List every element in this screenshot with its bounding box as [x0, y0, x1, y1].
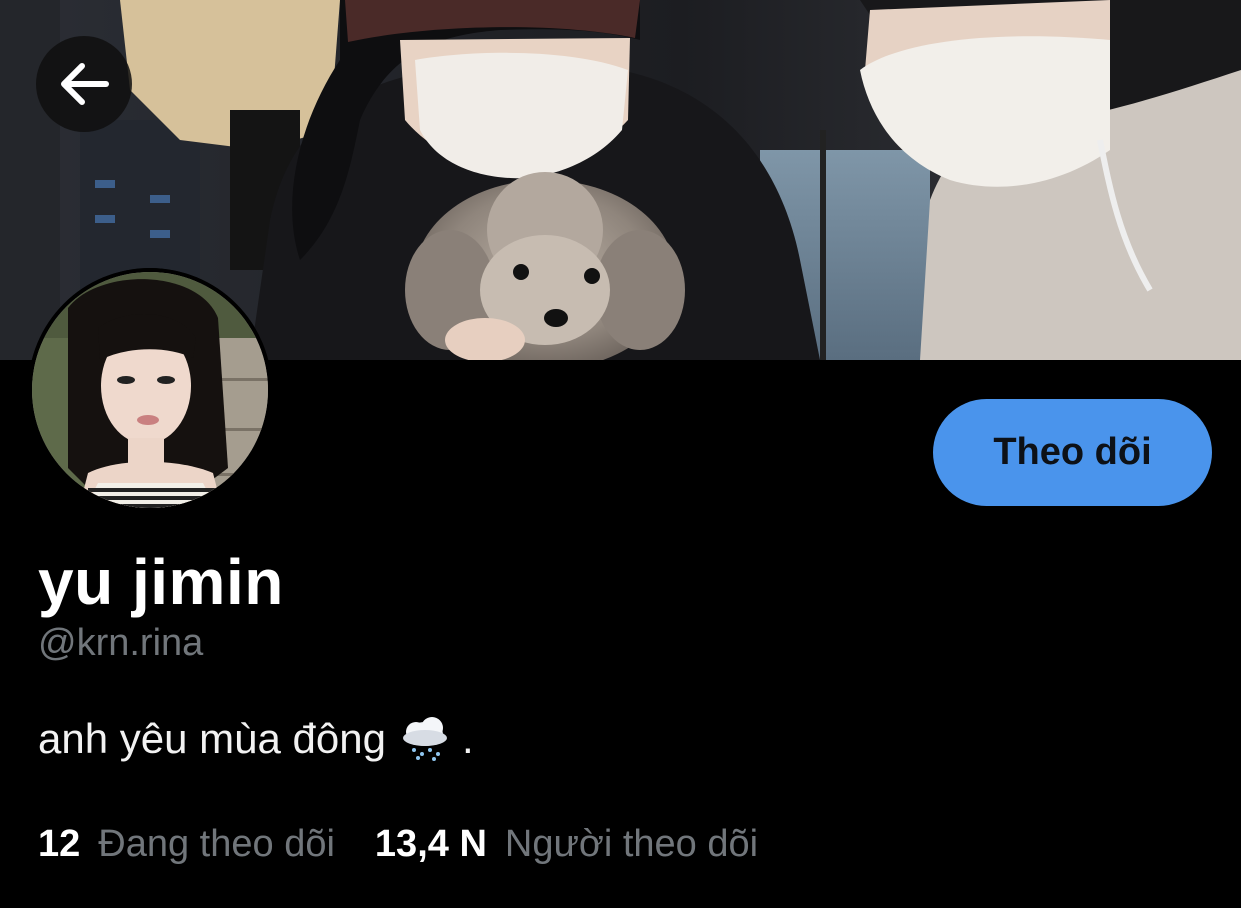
- avatar-photo: [28, 268, 272, 512]
- following-stat[interactable]: 12 Đang theo dõi: [38, 820, 335, 868]
- profile-stats: 12 Đang theo dõi 13,4 N Người theo dõi: [38, 820, 758, 868]
- arrow-left-icon: [61, 63, 109, 105]
- bio-text: anh yêu mùa đông: [38, 715, 386, 762]
- display-name: yu jimin: [38, 546, 284, 618]
- following-label: Đang theo dõi: [98, 823, 335, 865]
- bio: anh yêu mùa đông .: [38, 713, 474, 765]
- bio-suffix: .: [461, 715, 474, 762]
- followers-stat[interactable]: 13,4 N Người theo dõi: [375, 820, 758, 868]
- user-handle: @krn.rina: [38, 622, 204, 664]
- avatar[interactable]: [28, 268, 272, 512]
- followers-label: Người theo dõi: [504, 823, 759, 865]
- followers-count: 13,4 N: [374, 823, 487, 865]
- back-button[interactable]: [36, 36, 132, 132]
- cloud-snow-icon: [400, 716, 450, 762]
- follow-button[interactable]: Theo dõi: [933, 399, 1212, 506]
- following-count: 12: [38, 823, 81, 865]
